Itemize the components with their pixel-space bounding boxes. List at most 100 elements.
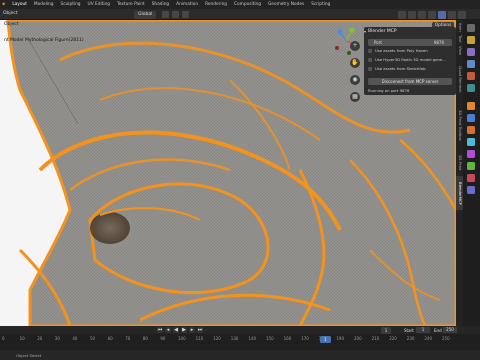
jump-start-icon[interactable]: ⏮ xyxy=(157,326,163,333)
material-props-icon[interactable] xyxy=(467,174,475,182)
timeline-header: ⏮ ◂ ◀ ▶ ▸ ⏭ 1 Start 1 End 250 xyxy=(0,326,480,334)
frame-tick: 80 xyxy=(142,336,148,341)
sidebar-tabs: Item Tool View Quad Remesh 3D Print Tool… xyxy=(456,20,463,326)
port-field[interactable]: Port 9876 xyxy=(368,39,452,46)
navigation-gizmo[interactable] xyxy=(327,22,365,60)
tab-scripting[interactable]: Scripting xyxy=(311,2,330,7)
mode-selector[interactable]: Object xyxy=(3,11,18,16)
visibility-icon[interactable] xyxy=(398,10,406,19)
tab-compositing[interactable]: Compositing xyxy=(234,2,261,7)
panel-title: Blender MCP xyxy=(368,29,397,34)
collapse-chevron-icon[interactable]: ▾ xyxy=(364,29,366,34)
tab-uv-editing[interactable]: UV Editing xyxy=(88,2,110,7)
scene-props-icon[interactable] xyxy=(467,72,475,80)
timeline-ruler[interactable]: 0 10 20 30 40 50 60 70 80 90 100 110 120 130 140 150 160… xyxy=(0,334,480,350)
rendered-shading-icon[interactable] xyxy=(458,10,466,19)
texture-props-icon[interactable] xyxy=(467,186,475,194)
proportional-edit-icon[interactable] xyxy=(182,11,189,18)
play-reverse-icon[interactable]: ◀ xyxy=(173,326,179,333)
particles-props-icon[interactable] xyxy=(467,126,475,134)
frame-tick: 60 xyxy=(107,336,113,341)
tab-modeling[interactable]: Modeling xyxy=(34,2,54,7)
z-axis-icon[interactable] xyxy=(337,29,343,35)
tab-geometry-nodes[interactable]: Geometry Nodes xyxy=(268,2,304,7)
zoom-icon[interactable]: + xyxy=(350,41,360,51)
modifier-props-icon[interactable] xyxy=(467,114,475,122)
start-label: Start xyxy=(404,327,414,333)
tab-item[interactable]: Item xyxy=(456,22,463,32)
end-label: End xyxy=(434,327,442,333)
prev-keyframe-icon[interactable]: ◂ xyxy=(165,326,171,333)
port-value: 9876 xyxy=(433,40,444,45)
snapping-tools xyxy=(162,11,189,18)
constraints-props-icon[interactable] xyxy=(467,150,475,158)
checkbox-box[interactable] xyxy=(368,48,372,53)
solid-shading-icon[interactable] xyxy=(438,10,446,19)
tab-3d-print-toolbox[interactable]: 3D Print Toolbox xyxy=(456,100,463,150)
frame-tick: 100 xyxy=(178,336,186,341)
tab-texture-paint[interactable]: Texture Paint xyxy=(117,2,145,7)
overlay-icon[interactable] xyxy=(408,10,416,19)
pan-hand-icon[interactable]: ✋ xyxy=(350,58,360,68)
play-icon[interactable]: ▶ xyxy=(181,326,187,333)
blender-logo-icon[interactable]: ◆ xyxy=(2,2,5,7)
data-props-icon[interactable] xyxy=(467,162,475,170)
view-layer-props-icon[interactable] xyxy=(467,60,475,68)
y-axis-icon[interactable] xyxy=(349,27,355,33)
camera-view-icon[interactable]: ◉ xyxy=(350,75,360,85)
playhead[interactable]: 1 xyxy=(320,336,331,343)
tab-shading[interactable]: Shading xyxy=(152,2,169,7)
frame-tick: 170 xyxy=(301,336,309,341)
frame-tick: 200 xyxy=(354,336,362,341)
checkbox-label: Use assets from Sketchfab xyxy=(375,66,426,71)
output-props-icon[interactable] xyxy=(467,48,475,56)
tab-sculpting[interactable]: Sculpting xyxy=(60,2,80,7)
hyper3d-checkbox[interactable]: Use Hyper3D Rodin 3D model gene... xyxy=(368,57,446,62)
physics-props-icon[interactable] xyxy=(467,138,475,146)
jump-end-icon[interactable]: ⏭ xyxy=(197,326,203,333)
viewport-object-label: Object xyxy=(4,22,19,27)
frame-tick: 70 xyxy=(125,336,131,341)
start-frame-field[interactable]: 1 xyxy=(416,327,430,333)
port-label: Port xyxy=(374,40,382,45)
sketchfab-checkbox[interactable]: Use assets from Sketchfab xyxy=(368,66,426,71)
perspective-toggle-icon[interactable]: ▦ xyxy=(350,92,360,102)
checkbox-box[interactable] xyxy=(368,66,372,71)
tool-props-icon[interactable] xyxy=(467,24,475,32)
checkbox-box[interactable] xyxy=(368,57,372,62)
disconnect-button[interactable]: Disconnect from MCP server xyxy=(368,78,452,85)
tab-layout[interactable]: Layout xyxy=(12,2,27,7)
orientation-selector[interactable]: Global xyxy=(134,10,157,19)
checkbox-label: Use Hyper3D Rodin 3D model gene... xyxy=(375,57,446,62)
current-frame-field[interactable]: 1 xyxy=(381,326,391,334)
end-frame-field[interactable]: 250 xyxy=(443,327,457,333)
snap-icon[interactable] xyxy=(172,11,179,18)
tab-quad-remesh[interactable]: Quad Remesh xyxy=(456,60,463,98)
xray-icon[interactable] xyxy=(418,10,426,19)
frame-tick: 220 xyxy=(389,336,397,341)
frame-tick: 130 xyxy=(230,336,239,341)
tab-tool[interactable]: Tool xyxy=(456,34,463,44)
material-shading-icon[interactable] xyxy=(448,10,456,19)
frame-tick: 160 xyxy=(283,336,292,341)
world-props-icon[interactable] xyxy=(467,84,475,92)
render-props-icon[interactable] xyxy=(467,36,475,44)
status-text: Object Select xyxy=(16,353,42,358)
tab-view[interactable]: View xyxy=(456,46,463,56)
tab-3d-print[interactable]: 3D-Print xyxy=(456,152,463,174)
viewport-header: Object Global xyxy=(0,9,480,20)
object-name-label: nt Model Mythological Figure(2811) xyxy=(4,38,84,43)
object-props-icon[interactable] xyxy=(467,102,475,110)
frame-tick: 90 xyxy=(160,336,166,341)
tab-rendering[interactable]: Rendering xyxy=(205,2,227,7)
pivot-icon[interactable] xyxy=(162,11,169,18)
next-keyframe-icon[interactable]: ▸ xyxy=(189,326,195,333)
wireframe-shading-icon[interactable] xyxy=(428,10,436,19)
poly-haven-checkbox[interactable]: Use assets from Poly Haven xyxy=(368,48,428,53)
tab-animation[interactable]: Animation xyxy=(176,2,198,7)
frame-tick: 0 xyxy=(2,336,5,341)
frame-tick: 150 xyxy=(266,336,274,341)
frame-tick: 240 xyxy=(424,336,433,341)
properties-editor-strip xyxy=(463,20,480,326)
tab-blendermcp[interactable]: BlenderMCP xyxy=(456,176,463,210)
